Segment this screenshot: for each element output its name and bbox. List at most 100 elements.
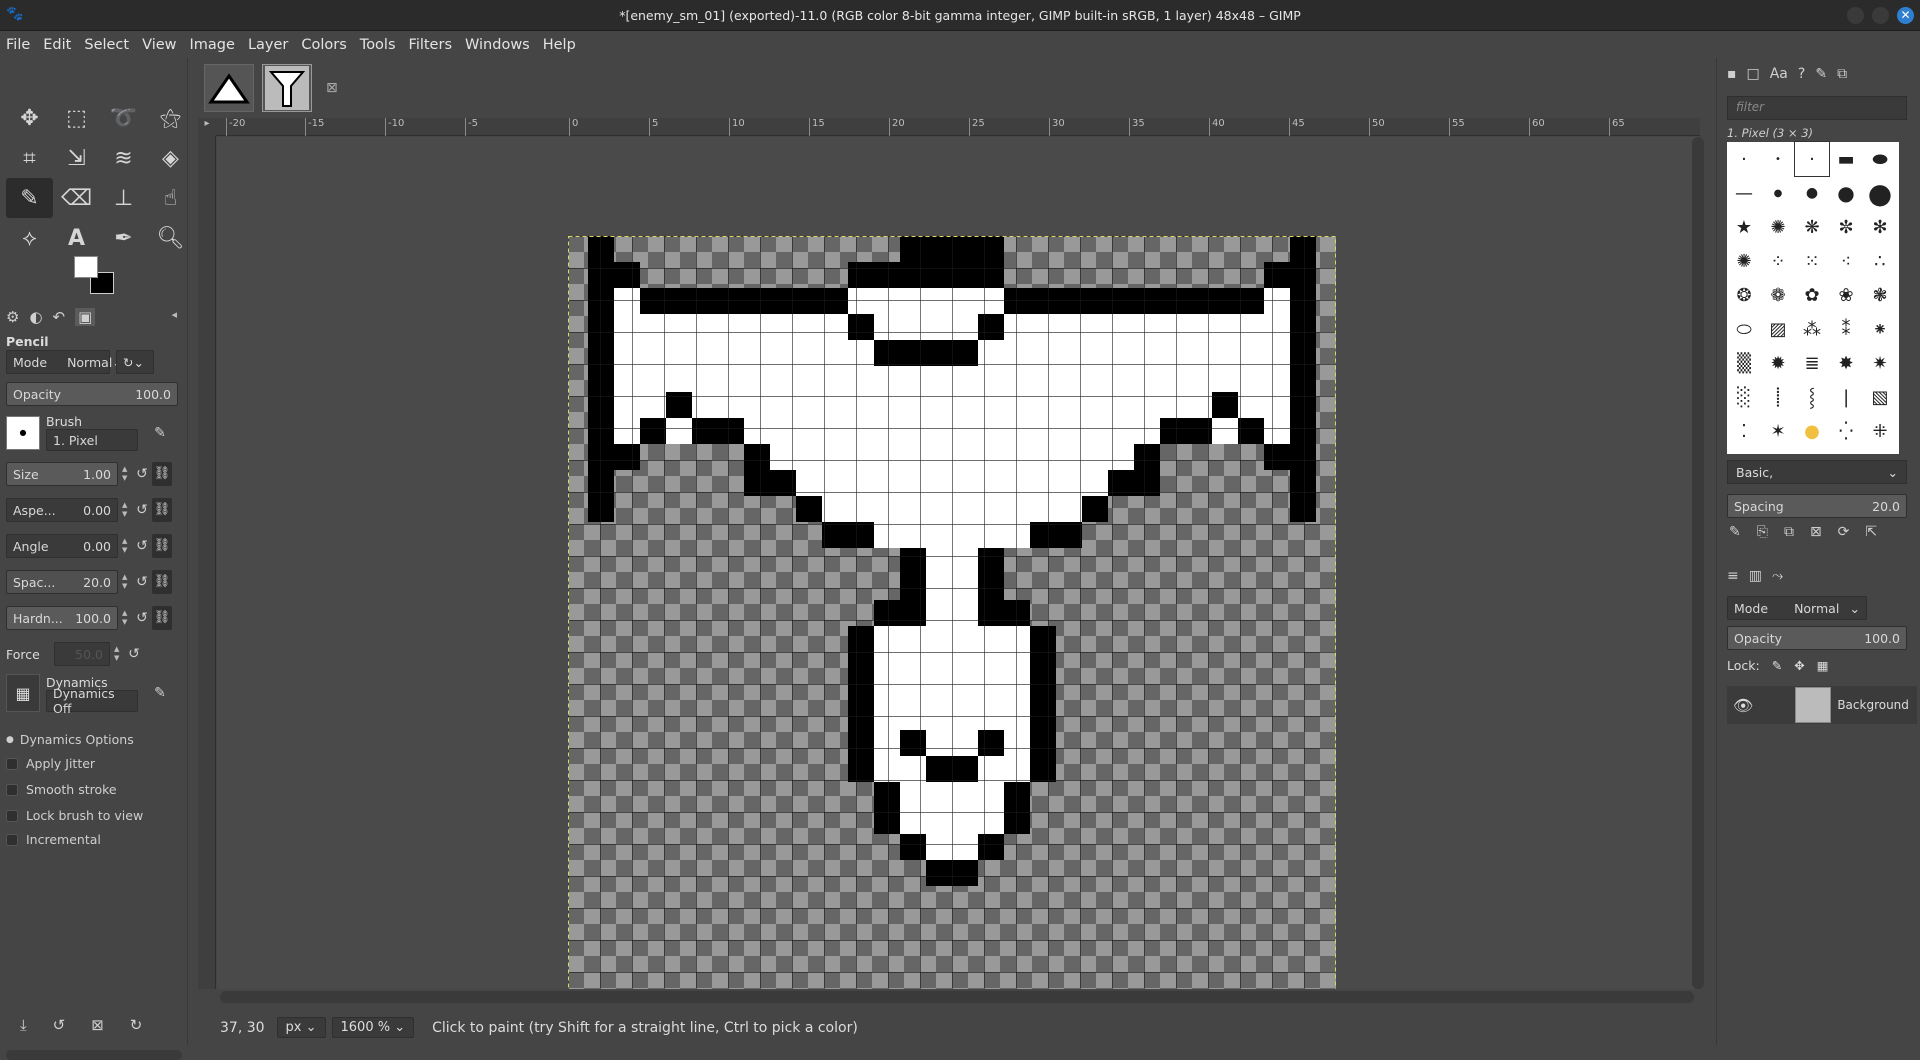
horizontal-scrollbar[interactable] (220, 991, 1694, 1003)
brush-item[interactable]: ❀ (1829, 278, 1863, 312)
image-tab-1[interactable] (204, 64, 254, 112)
pencil-icon[interactable]: ✎ (6, 178, 53, 218)
dock-menu-icon[interactable]: ◂ (171, 308, 177, 321)
angle-spinner[interactable]: ▲ ▼ (122, 537, 132, 555)
brush-item[interactable]: ★ (1727, 210, 1761, 244)
maximize-button[interactable] (1872, 7, 1889, 24)
dynamics-field[interactable]: Dynamics Off (46, 686, 138, 716)
link-icon[interactable]: ⛓ (152, 462, 172, 486)
eye-icon[interactable]: 👁︎ (1733, 696, 1753, 715)
menu-colors[interactable]: Colors (301, 37, 346, 53)
brush-grid[interactable]: · • · ▬ ⬬ — ● ● ● ● ★ ✺ ❋ ✼ ✻ ✺ ⁘ ⁙ ⁖ ∴ ❂ ❁ ✿ ❀ ❃ ⬭ ▨ ⁂ ⁑ ⁕ ▒ ✹ ≣ ✸… (1727, 141, 1899, 454)
lock-pixels-icon[interactable]: ✎ (1772, 658, 1782, 673)
brush-name-field[interactable]: 1. Pixel (46, 429, 138, 451)
brush-item[interactable]: ░ (1727, 380, 1761, 414)
size-spinner[interactable]: ▲ ▼ (122, 465, 132, 483)
menu-help[interactable]: Help (543, 37, 576, 53)
menu-filters[interactable]: Filters (409, 37, 452, 53)
lock-brush-checkbox[interactable]: Lock brush to view (6, 808, 143, 823)
pixel-canvas[interactable] (568, 236, 1336, 989)
brush-item[interactable]: ● (1795, 176, 1829, 210)
refresh-brushes-icon[interactable]: ⟳ (1838, 524, 1850, 540)
brush-item[interactable]: ⁕ (1863, 312, 1897, 346)
brush-item[interactable]: • (1761, 142, 1795, 176)
delete-brush-icon[interactable]: ⊠ (1810, 524, 1822, 540)
fg-bg-colors[interactable] (70, 254, 118, 298)
open-as-image-icon[interactable]: ⇱ (1865, 524, 1877, 540)
lock-position-icon[interactable]: ✥ (1794, 658, 1804, 673)
brush-item[interactable]: ⬭ (1727, 312, 1761, 346)
brush-item[interactable]: ⁛ (1829, 414, 1863, 448)
brush-item[interactable]: ⸽ (1761, 380, 1795, 414)
dynamics-preview[interactable]: ▦ (6, 674, 40, 712)
reset-icon[interactable]: ↺ (132, 466, 152, 482)
brush-item[interactable]: ✺ (1727, 244, 1761, 278)
left-scrollbar[interactable] (6, 1050, 182, 1060)
close-button[interactable]: ✕ (1897, 7, 1914, 24)
hardness-spinner[interactable]: ▲ ▼ (122, 609, 132, 627)
brush-item[interactable]: ✻ (1863, 210, 1897, 244)
mode-select[interactable]: Mode Normal ⌄ (6, 350, 123, 374)
hardness-slider[interactable]: Hardn... 100.0 (6, 606, 118, 630)
eraser-icon[interactable]: ⌫ (53, 178, 100, 218)
clone-icon[interactable]: ⊥ (100, 178, 147, 218)
brush-item[interactable]: ▬ (1829, 142, 1863, 176)
brush-item[interactable]: ✿ (1795, 278, 1829, 312)
unit-select[interactable]: px ⌄ (276, 1017, 326, 1038)
brush-item[interactable]: ❃ (1863, 278, 1897, 312)
vertical-ruler[interactable] (198, 136, 216, 989)
brush-item[interactable]: ⁜ (1863, 414, 1897, 448)
canvas-viewport[interactable] (217, 137, 1699, 989)
fuzzy-select-icon[interactable]: ⚝ (147, 98, 194, 138)
move-icon[interactable]: ✥ (6, 98, 53, 138)
reset-icon[interactable]: ↺ (132, 574, 152, 590)
brush-item[interactable]: ● (1761, 176, 1795, 210)
paint-dynamics-tab-icon[interactable]: ✎ (1815, 66, 1827, 82)
brush-filter-input[interactable]: filter (1727, 96, 1907, 120)
brush-item[interactable]: ⁚ (1727, 414, 1761, 448)
layer-opacity-slider[interactable]: Opacity 100.0 (1727, 626, 1907, 650)
angle-slider[interactable]: Angle 0.00 (6, 534, 118, 558)
edit-brush-icon[interactable]: ✎ (150, 425, 170, 441)
spacing-slider[interactable]: Spac... 20.0 (6, 570, 118, 594)
brush-item[interactable]: ❁ (1761, 278, 1795, 312)
brush-set-select[interactable]: Basic, ⌄ (1727, 460, 1907, 484)
brush-item[interactable]: ⁘ (1761, 244, 1795, 278)
help-tab-icon[interactable]: ? (1798, 66, 1805, 82)
size-slider[interactable]: Size 1.00 (6, 462, 118, 486)
brush-item[interactable]: — (1727, 176, 1761, 210)
edit-dynamics-icon[interactable]: ✎ (150, 685, 170, 701)
brush-item[interactable]: ✷ (1863, 346, 1897, 380)
lock-alpha-icon[interactable]: ▦ (1817, 658, 1829, 673)
images-tab-icon[interactable]: ▣ (75, 308, 96, 326)
brush-item[interactable]: ✶ (1761, 414, 1795, 448)
layers-tab-icon[interactable]: ≡ (1727, 568, 1739, 584)
brush-item[interactable]: ⁑ (1829, 312, 1863, 346)
brush-item[interactable]: ❂ (1727, 278, 1761, 312)
patterns-tab-icon[interactable]: □ (1747, 66, 1760, 82)
aspect-slider[interactable]: Aspe... 0.00 (6, 498, 118, 522)
link-icon[interactable]: ⛓ (152, 570, 172, 594)
path-icon[interactable]: ⟡ (6, 218, 53, 258)
text-icon[interactable]: A (53, 218, 100, 258)
duplicate-brush-icon[interactable]: ⧉ (1784, 524, 1794, 540)
delete-preset-icon[interactable]: ⊠ (91, 1016, 104, 1034)
menu-image[interactable]: Image (190, 37, 235, 53)
rect-select-icon[interactable]: ⬚ (53, 98, 100, 138)
brush-item[interactable]: ✸ (1829, 346, 1863, 380)
bucket-icon[interactable]: ◈ (147, 138, 194, 178)
brush-item[interactable]: ● (1863, 176, 1897, 210)
link-icon[interactable]: ⛓ (152, 606, 172, 630)
menu-edit[interactable]: Edit (43, 37, 71, 53)
close-tab-icon[interactable]: ⊠ (326, 80, 338, 96)
incremental-checkbox[interactable]: Incremental (6, 832, 101, 847)
image-tab-2[interactable] (262, 64, 312, 112)
reset-icon[interactable]: ↺ (124, 646, 144, 662)
fonts-tab-icon[interactable]: Aa (1770, 66, 1788, 82)
brush-item[interactable]: ✹ (1761, 346, 1795, 380)
vertical-scrollbar[interactable] (1692, 137, 1704, 989)
brush-item[interactable]: ⸾ (1795, 380, 1829, 414)
reset-icon[interactable]: ↺ (132, 610, 152, 626)
layer-mode-select[interactable]: Mode Normal ⌄ (1727, 596, 1867, 620)
save-preset-icon[interactable]: ⤓ (20, 1016, 27, 1034)
